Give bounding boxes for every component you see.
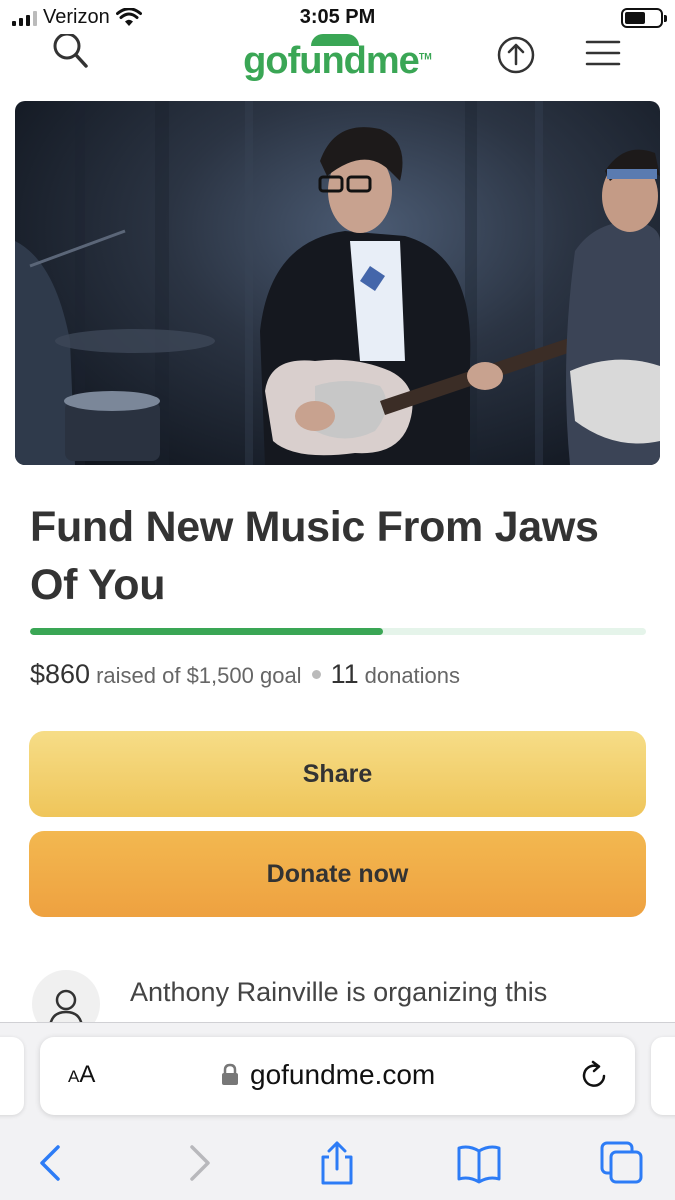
- url-display[interactable]: gofundme.com: [220, 1059, 435, 1091]
- separator-dot: [311, 670, 321, 679]
- organizer-section: Anthony Rainville is organizing this fun…: [0, 960, 675, 1022]
- amount-raised: $860: [30, 659, 91, 689]
- person-icon: [49, 989, 83, 1022]
- funding-progress-bar: [30, 628, 646, 635]
- gofundme-logo[interactable]: gofundmeTM: [0, 40, 675, 83]
- organizer-text: Anthony Rainville is organizing this fun…: [130, 977, 548, 1007]
- reader-settings-button[interactable]: AA: [68, 1061, 95, 1089]
- address-bar[interactable]: AA gofundme.com: [40, 1037, 635, 1115]
- donate-now-button[interactable]: Donate now: [29, 831, 646, 917]
- reload-icon[interactable]: [579, 1059, 611, 1091]
- campaign-title: Fund New Music From Jaws Of You: [30, 503, 599, 609]
- hamburger-menu-icon[interactable]: [584, 38, 622, 68]
- donations-count: 11: [330, 659, 359, 689]
- site-header: gofundmeTM: [0, 32, 675, 92]
- next-tab-preview[interactable]: [651, 1037, 675, 1115]
- lock-icon: [222, 1063, 238, 1085]
- goal-text: raised of $1,500 goal: [96, 663, 302, 688]
- funding-progress-fill: [30, 628, 383, 635]
- browser-toolbar: [0, 1133, 675, 1193]
- forward-chevron-icon[interactable]: [174, 1139, 222, 1187]
- donations-label: donations: [364, 663, 461, 688]
- funding-stats: $860 raised of $1,500 goal 11 donations: [30, 659, 460, 690]
- campaign-hero-image[interactable]: [15, 101, 660, 465]
- url-text: gofundme.com: [250, 1059, 436, 1090]
- share-icon[interactable]: [313, 1139, 361, 1187]
- battery-icon: [621, 8, 667, 28]
- share-button[interactable]: Share: [29, 731, 646, 817]
- logo-text: gofundme: [243, 40, 420, 82]
- logo-trademark: TM: [418, 51, 432, 62]
- avatar: [32, 970, 100, 1022]
- safari-bottom-bar: AA gofundme.com: [0, 1022, 675, 1200]
- bookmarks-icon[interactable]: [455, 1139, 503, 1187]
- back-chevron-icon[interactable]: [28, 1139, 76, 1187]
- tabs-icon[interactable]: [598, 1139, 646, 1187]
- previous-tab-preview[interactable]: [0, 1037, 24, 1115]
- reader-label-small: A: [68, 1067, 80, 1086]
- reader-label-large: A: [79, 1061, 96, 1088]
- upload-share-icon[interactable]: [495, 34, 537, 76]
- band-photo-illustration: [15, 101, 660, 465]
- clock: 3:05 PM: [299, 6, 376, 28]
